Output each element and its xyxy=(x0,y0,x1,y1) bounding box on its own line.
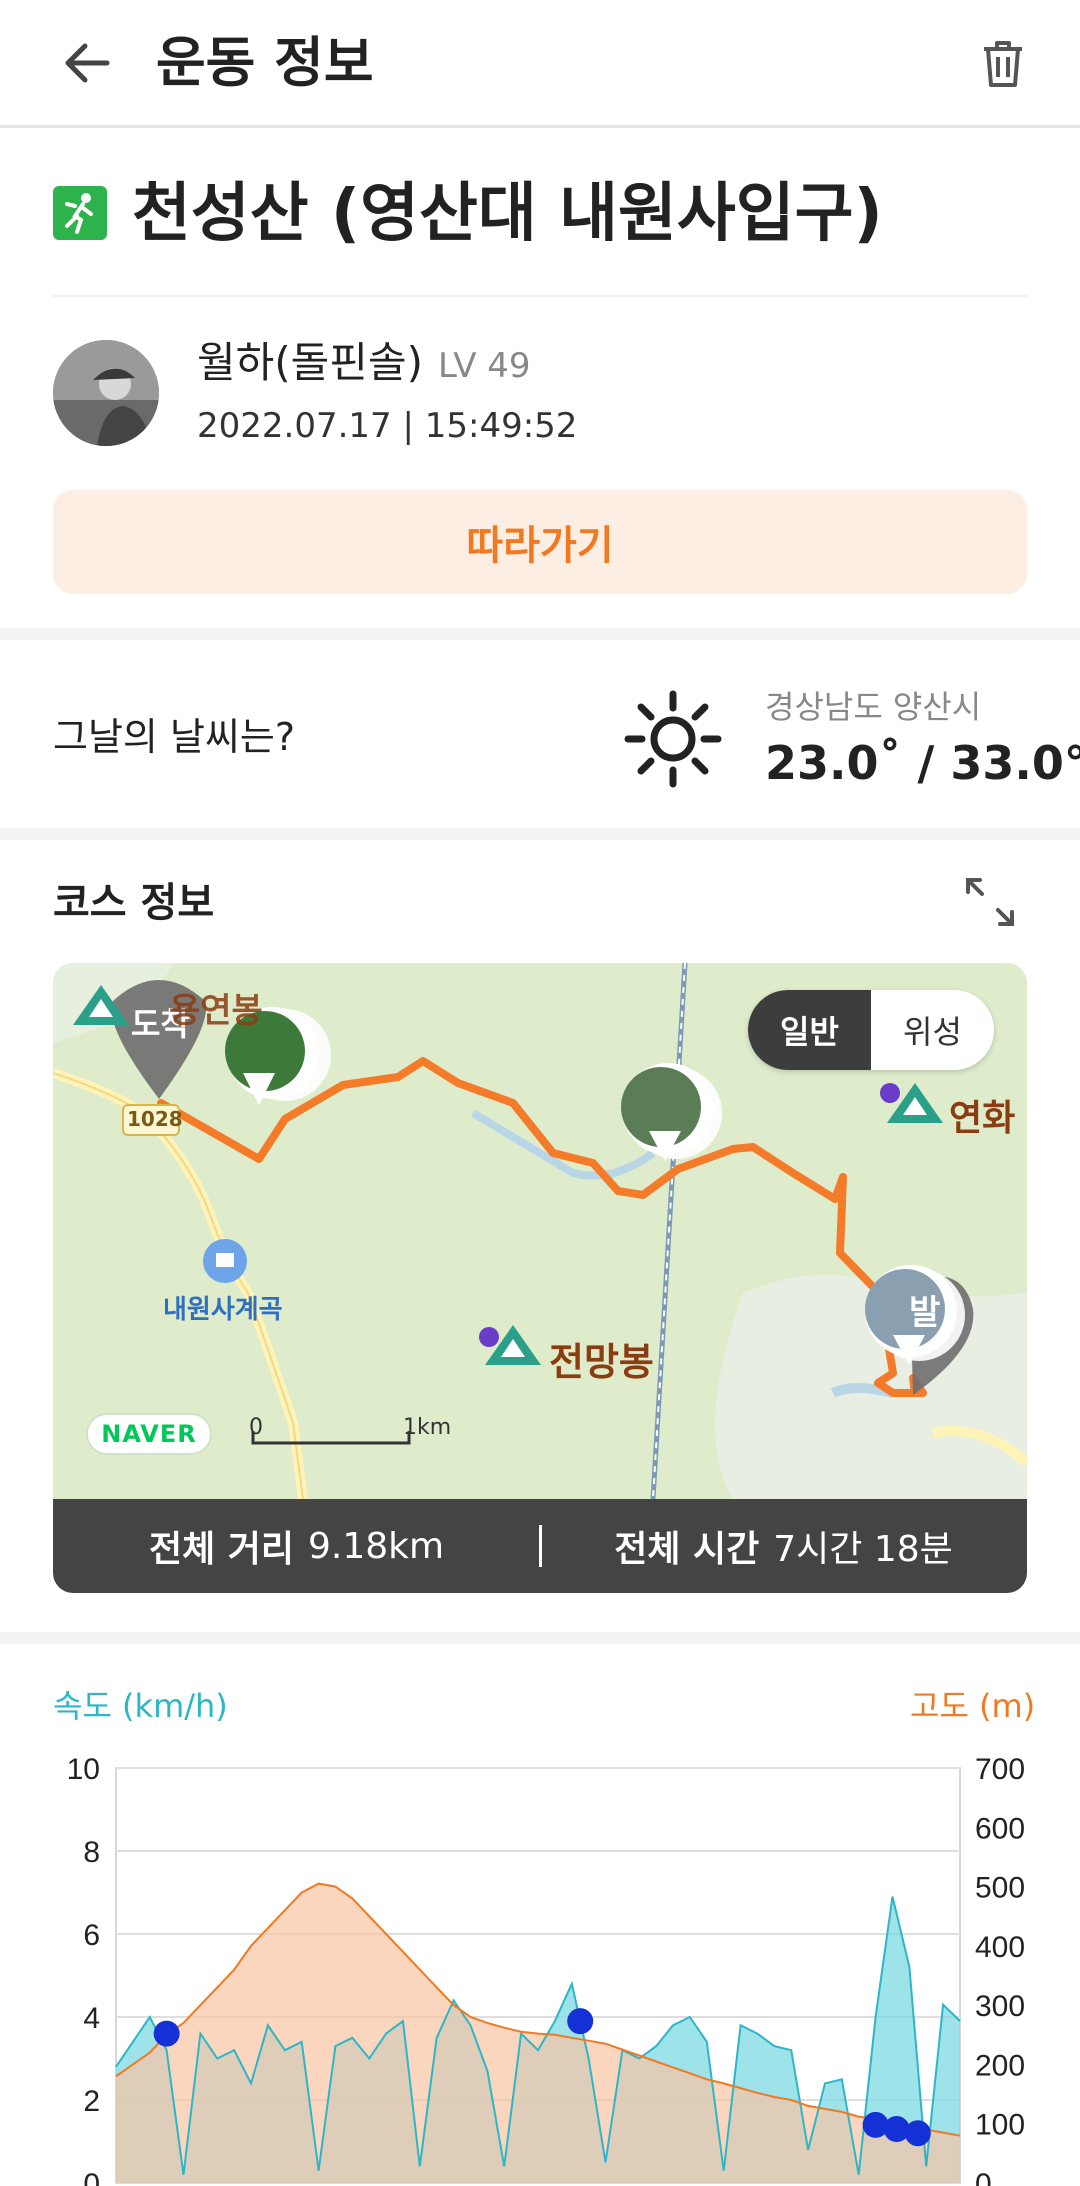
right-tick-label: 0 xyxy=(975,2168,992,2186)
map-label-peak-top: 용연봉 xyxy=(169,991,263,1031)
map-type-toggle[interactable]: 일반 위성 xyxy=(748,990,994,1070)
follow-button[interactable]: 따라가기 xyxy=(53,490,1027,594)
map-road-number: 1028 xyxy=(127,1107,183,1131)
left-tick-label: 10 xyxy=(67,1753,100,1786)
trash-icon xyxy=(984,41,1022,87)
total-distance: 전체 거리 9.18km xyxy=(53,1520,540,1572)
weather-temperature: 23.0˚ / 33.0℃ xyxy=(765,736,1080,790)
user-level-badge: LV 49 xyxy=(438,346,531,386)
total-time: 전체 시간 7시간 18분 xyxy=(540,1520,1027,1572)
right-tick-label: 400 xyxy=(975,1931,1025,1964)
right-tick-label: 100 xyxy=(975,2109,1025,2142)
hiking-icon xyxy=(53,186,107,240)
delete-button[interactable] xyxy=(968,28,1038,98)
page-title: 운동 정보 xyxy=(156,31,374,94)
map-label-start: 발 xyxy=(909,1293,941,1333)
activity-title: 천성산 (영산대 내원사입구) xyxy=(132,177,883,251)
left-tick-label: 4 xyxy=(83,2002,100,2035)
map-label-viewpoint: 전망봉 xyxy=(549,1340,654,1384)
activity-datetime: 2022.07.17 | 15:49:52 xyxy=(197,406,578,446)
left-tick-label: 8 xyxy=(83,1836,100,1869)
back-button[interactable] xyxy=(52,28,122,98)
total-distance-value: 9.18km xyxy=(307,1525,445,1567)
right-tick-label: 600 xyxy=(975,1812,1025,1845)
map-type-normal[interactable]: 일반 xyxy=(748,990,871,1070)
right-tick-label: 200 xyxy=(975,2049,1025,2082)
divider xyxy=(53,295,1027,297)
course-section-title: 코스 정보 xyxy=(53,880,215,926)
speed-axis-label: 속도 (km/h) xyxy=(53,1687,228,1725)
total-time-value: 7시간 18분 xyxy=(773,1529,953,1570)
map-scale-end: 1km xyxy=(403,1415,452,1440)
avatar[interactable] xyxy=(53,340,159,446)
speed-altitude-chart[interactable]: 10 8 6 4 2 0 700 600 500 400 300 200 100 0 xyxy=(0,1740,1080,2186)
map-scale-start: 0 xyxy=(249,1415,263,1440)
summary-divider xyxy=(539,1525,542,1567)
right-tick-label: 300 xyxy=(975,1990,1025,2023)
total-time-label: 전체 시간 xyxy=(614,1529,760,1570)
expand-icon xyxy=(966,878,1014,926)
naver-logo: NAVER xyxy=(86,1413,212,1455)
user-name[interactable]: 월하(돌핀솔) xyxy=(197,337,423,389)
right-tick-label: 500 xyxy=(975,1872,1025,1905)
map-label-valley: 내원사계곡 xyxy=(163,1295,283,1325)
course-summary-bar: 전체 거리 9.18km 전체 시간 7시간 18분 xyxy=(53,1499,1027,1593)
right-tick-label: 700 xyxy=(975,1753,1025,1786)
weather-region: 경상남도 양산시 xyxy=(765,688,982,726)
section-divider xyxy=(0,1632,1080,1644)
sun-icon xyxy=(624,690,722,788)
left-tick-label: 6 xyxy=(83,1919,100,1952)
arrow-left-icon xyxy=(65,43,110,83)
left-tick-label: 2 xyxy=(83,2085,100,2118)
left-tick-label: 0 xyxy=(83,2168,100,2186)
weather-label: 그날의 날씨는? xyxy=(53,715,296,759)
altitude-axis-label: 고도 (m) xyxy=(910,1687,1036,1725)
map-type-satellite[interactable]: 위성 xyxy=(871,990,994,1070)
expand-map-button[interactable] xyxy=(962,874,1018,930)
chart-marker xyxy=(904,2120,931,2147)
chart-marker xyxy=(567,2008,594,2035)
chart-marker xyxy=(153,2020,180,2047)
total-distance-label: 전체 거리 xyxy=(148,1529,294,1570)
map-label-peak-right: 연화 xyxy=(949,1098,1016,1139)
section-divider xyxy=(0,828,1080,840)
app-header: 운동 정보 xyxy=(0,0,1080,128)
section-divider xyxy=(0,628,1080,640)
course-map[interactable]: 도착 발 용연봉 연화 내원사계곡 전망봉 1028 일반 위성 NAVER 0… xyxy=(53,963,1027,1499)
